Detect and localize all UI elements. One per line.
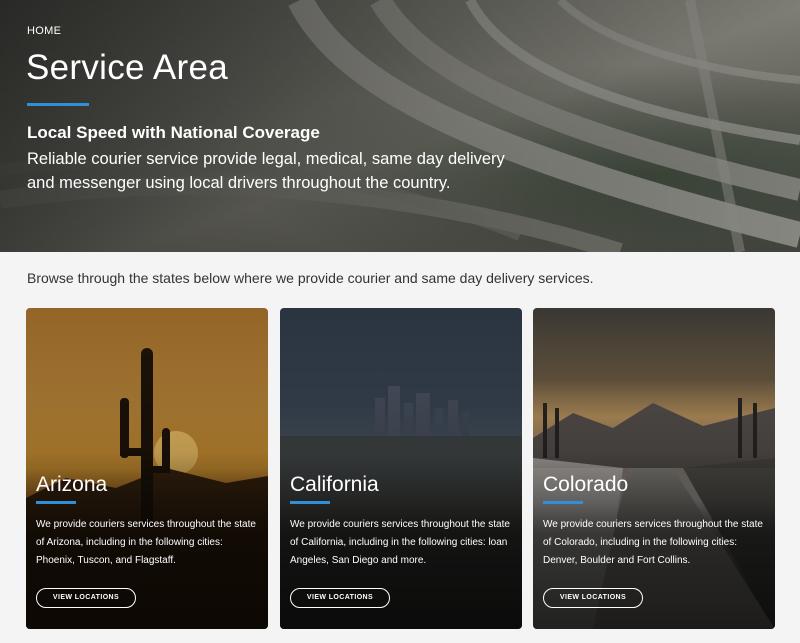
page-title: Service Area bbox=[26, 48, 229, 87]
view-locations-button-arizona[interactable]: VIEW LOCATIONS bbox=[36, 588, 136, 608]
breadcrumb[interactable]: HOME bbox=[27, 25, 61, 37]
card-description: We provide couriers services throughout … bbox=[290, 519, 510, 566]
view-locations-button-california[interactable]: VIEW LOCATIONS bbox=[290, 588, 390, 608]
state-card-arizona[interactable]: Arizona We provide couriers services thr… bbox=[26, 308, 268, 629]
state-card-colorado[interactable]: Colorado We provide couriers services th… bbox=[533, 308, 775, 629]
card-overlay bbox=[533, 308, 775, 629]
card-title: Colorado bbox=[543, 473, 629, 496]
card-description: We provide couriers services throughout … bbox=[36, 519, 256, 566]
intro-text: Browse through the states below where we… bbox=[27, 270, 594, 286]
card-description: We provide couriers services throughout … bbox=[543, 519, 763, 566]
hero-subheading: Local Speed with National Coverage bbox=[27, 123, 320, 142]
card-overlay bbox=[280, 308, 522, 629]
card-title: California bbox=[290, 473, 379, 496]
state-card-california[interactable]: California We provide couriers services … bbox=[280, 308, 522, 629]
card-accent-rule bbox=[36, 501, 76, 504]
card-accent-rule bbox=[543, 501, 583, 504]
card-overlay bbox=[26, 308, 268, 629]
card-title: Arizona bbox=[36, 473, 108, 496]
title-accent-rule bbox=[27, 103, 89, 106]
card-accent-rule bbox=[290, 501, 330, 504]
view-locations-button-colorado[interactable]: VIEW LOCATIONS bbox=[543, 588, 643, 608]
hero-lede: Reliable courier service provide legal, … bbox=[27, 150, 505, 192]
